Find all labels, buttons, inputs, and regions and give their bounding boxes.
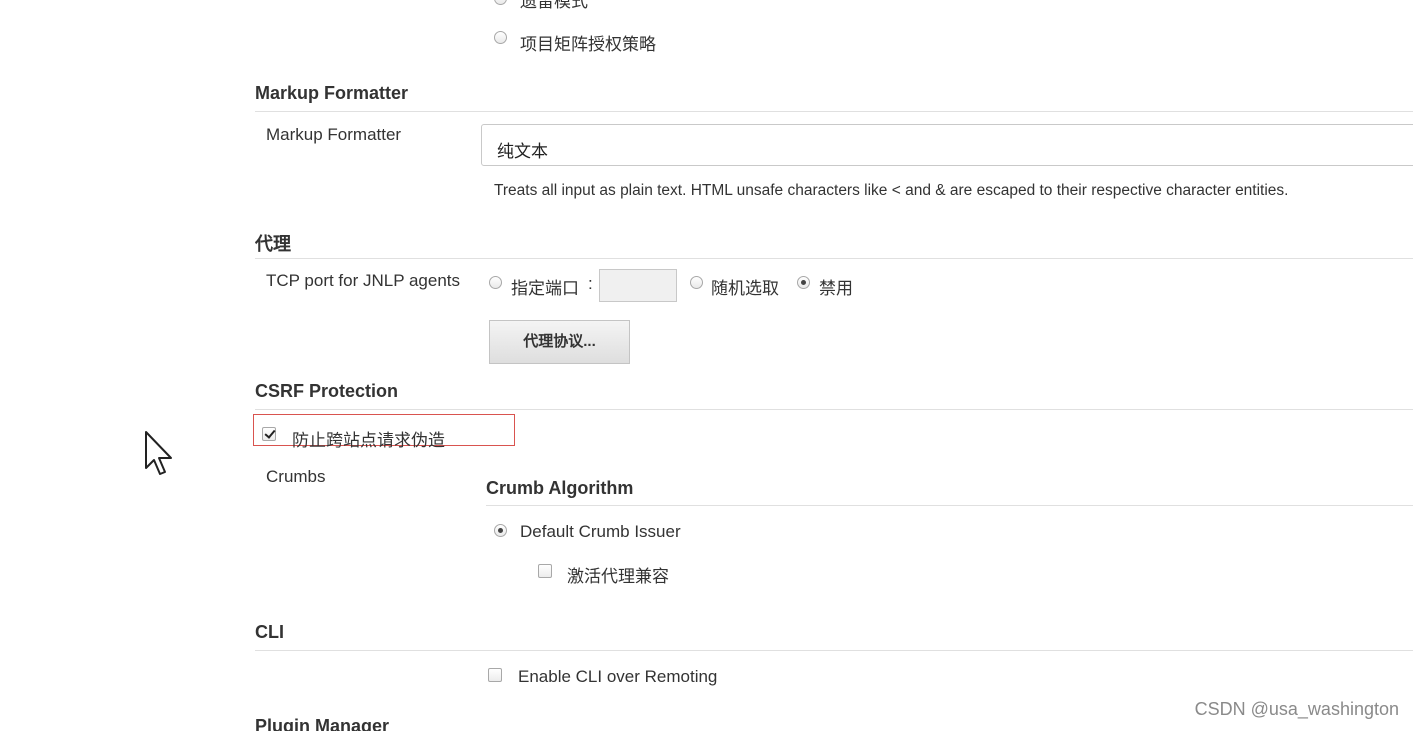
markup-formatter-divider [255, 111, 1413, 112]
markup-formatter-help-text: Treats all input as plain text. HTML uns… [494, 182, 1289, 199]
port-number-input[interactable] [599, 269, 677, 302]
default-crumb-issuer-label: Default Crumb Issuer [520, 522, 681, 541]
fixed-port-label: 指定端口 [511, 279, 579, 298]
jenkins-global-security-page: 遗留模式 项目矩阵授权策略 Markup Formatter Markup Fo… [0, 0, 1413, 731]
markup-formatter-section-title: Markup Formatter [255, 83, 409, 103]
cli-remoting-checkbox[interactable] [488, 668, 502, 682]
agents-divider [255, 258, 1413, 259]
proxy-compat-label: 激活代理兼容 [567, 567, 669, 586]
radio-default-crumb-issuer[interactable] [494, 524, 507, 537]
radio-disable-port[interactable] [797, 276, 810, 289]
crumb-algorithm-title: Crumb Algorithm [486, 478, 634, 498]
markup-formatter-label: Markup Formatter [266, 125, 402, 144]
markup-formatter-selected-value: 纯文本 [497, 142, 548, 161]
project-matrix-label: 项目矩阵授权策略 [520, 35, 656, 54]
csrf-divider [255, 409, 1413, 410]
legacy-mode-label: 遗留模式 [520, 0, 588, 11]
radio-project-matrix[interactable] [494, 31, 507, 44]
radio-legacy-mode[interactable] [494, 0, 507, 5]
proxy-compat-checkbox[interactable] [538, 564, 552, 578]
disable-port-label: 禁用 [819, 279, 853, 298]
agent-protocols-button[interactable]: 代理协议... [489, 320, 630, 364]
crumb-algorithm-divider [486, 505, 1413, 506]
cli-remoting-label: Enable CLI over Remoting [518, 667, 718, 686]
csdn-watermark: CSDN @usa_washington [1194, 699, 1399, 719]
crumbs-label: Crumbs [266, 467, 326, 486]
plugin-manager-section-title: Plugin Manager [255, 716, 390, 731]
cli-divider [255, 650, 1413, 651]
jnlp-port-label: TCP port for JNLP agents [266, 271, 461, 290]
prevent-csrf-label: 防止跨站点请求伪造 [292, 431, 445, 450]
random-port-label: 随机选取 [711, 279, 779, 298]
agents-section-title: 代理 [255, 234, 291, 254]
port-separator: : [588, 274, 593, 293]
cli-section-title: CLI [255, 622, 284, 642]
radio-random-port[interactable] [690, 276, 703, 289]
csrf-section-title: CSRF Protection [255, 381, 399, 401]
prevent-csrf-checkbox[interactable] [262, 427, 276, 441]
markup-formatter-select[interactable]: 纯文本 [481, 124, 1413, 166]
radio-fixed-port[interactable] [489, 276, 502, 289]
mouse-pointer-icon [145, 431, 172, 475]
